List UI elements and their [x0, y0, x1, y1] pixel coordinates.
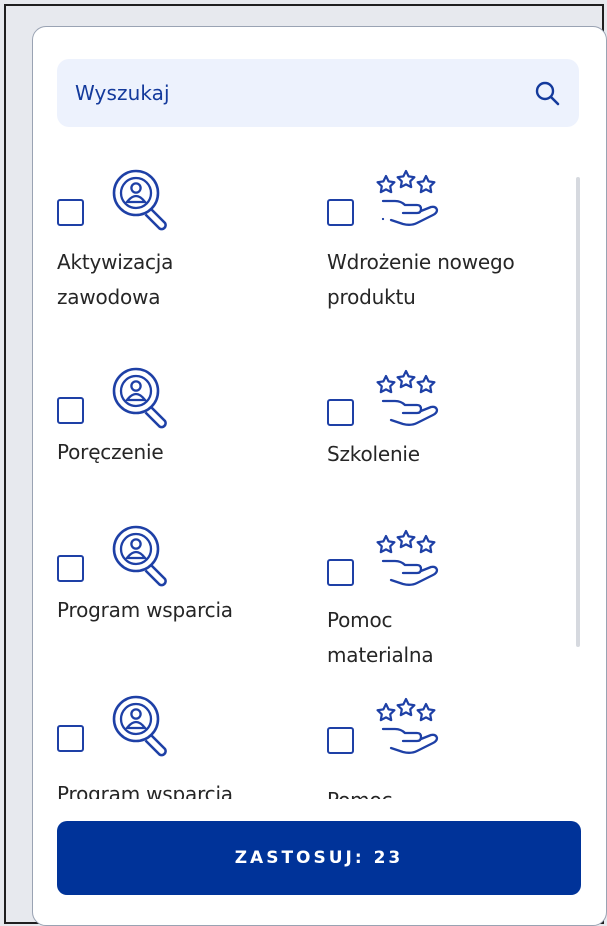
option-label: Aktywizacja zawodowa: [57, 250, 174, 309]
options-list: Aktywizacja zawodowa Wdrożenie nowego pr…: [33, 167, 606, 799]
stars-hand-icon: [376, 169, 439, 226]
option-checkbox[interactable]: [57, 199, 84, 226]
option-checkbox[interactable]: [327, 399, 354, 426]
search-person-icon: [112, 695, 167, 757]
option-checkbox[interactable]: [57, 725, 84, 752]
stars-hand-icon: [376, 369, 439, 426]
window-frame: Wyszukaj Aktywizacja zawodowa Wdrożenie …: [4, 4, 607, 926]
option-checkbox[interactable]: [327, 727, 354, 754]
option-item[interactable]: Program wsparcia: [57, 695, 297, 799]
option-checkbox[interactable]: [57, 555, 84, 582]
option-label: Program wsparcia: [57, 598, 233, 622]
scrollbar[interactable]: [576, 177, 580, 647]
option-label: Program wsparcia: [57, 782, 233, 799]
option-label: Pomoc materialna: [327, 608, 434, 667]
search-person-icon: [112, 367, 167, 429]
option-item[interactable]: Szkolenie: [327, 367, 567, 487]
apply-button[interactable]: ZASTOSUJ: 23: [57, 821, 581, 895]
search-person-icon: [112, 169, 167, 231]
search-input[interactable]: Wyszukaj: [57, 59, 579, 127]
option-checkbox[interactable]: [57, 397, 84, 424]
search-person-icon: [112, 525, 167, 587]
stars-hand-icon: [376, 529, 439, 586]
option-item[interactable]: Program wsparcia: [57, 525, 297, 657]
option-item[interactable]: Poręczenie: [57, 367, 297, 487]
search-icon[interactable]: [533, 79, 561, 107]
option-item[interactable]: Pomoc materialna: [327, 697, 567, 799]
option-item[interactable]: Pomoc materialna: [327, 529, 567, 697]
option-checkbox[interactable]: [327, 559, 354, 586]
option-label: Wdrożenie nowego produktu: [327, 250, 515, 309]
option-checkbox[interactable]: [327, 199, 354, 226]
option-item[interactable]: Aktywizacja zawodowa: [57, 167, 297, 327]
option-label: Szkolenie: [327, 442, 420, 466]
filter-panel: Wyszukaj Aktywizacja zawodowa Wdrożenie …: [32, 26, 607, 926]
option-label: Pomoc materialna: [327, 783, 477, 799]
option-label: Poręczenie: [57, 440, 164, 464]
search-placeholder: Wyszukaj: [75, 81, 170, 105]
stars-hand-icon: [376, 697, 439, 754]
option-item[interactable]: Wdrożenie nowego produktu: [327, 167, 567, 327]
